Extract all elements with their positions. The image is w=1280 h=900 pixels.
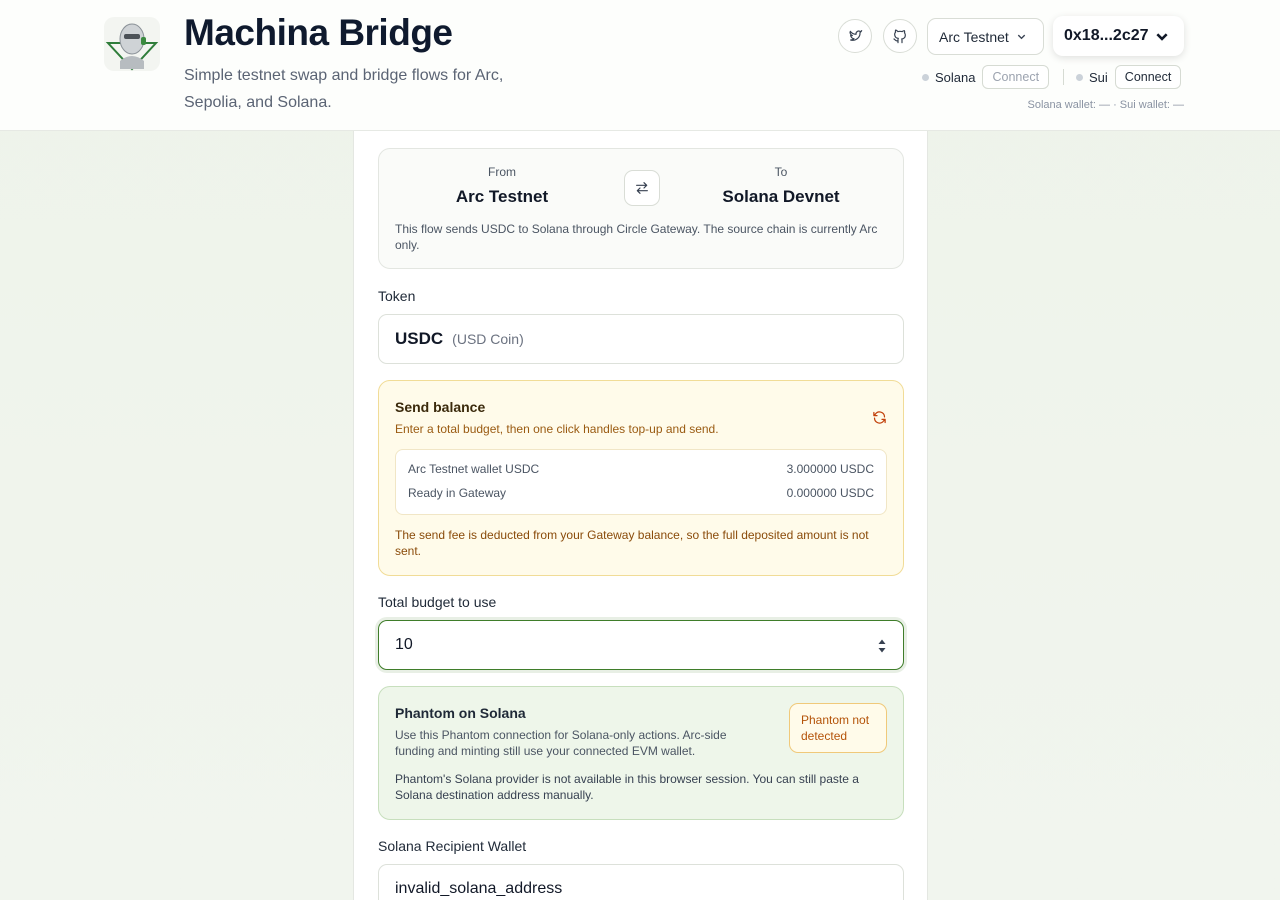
recipient-label: Solana Recipient Wallet [378, 838, 527, 854]
sui-connect-button[interactable]: Connect [1114, 65, 1182, 89]
from-label: From [488, 165, 516, 179]
from-chain: Arc Testnet [455, 187, 549, 206]
phantom-note: Phantom's Solana provider is not availab… [395, 772, 859, 802]
chevron-down-icon [1017, 34, 1025, 40]
send-balance-panel: Send balance Enter a total budget, then … [378, 380, 904, 576]
send-fee-note: The send fee is deducted from your Gatew… [395, 528, 869, 558]
solana-status-dot [922, 73, 929, 81]
sui-label: Sui [1089, 69, 1108, 85]
balance-row-value: 0.000000 USDC [786, 486, 874, 500]
balance-row-label: Ready in Gateway [408, 486, 507, 500]
robot-logo [104, 17, 160, 71]
chevron-down-icon [1155, 33, 1168, 41]
network-select[interactable]: Arc Testnet [927, 18, 1044, 55]
github-icon [893, 29, 906, 44]
swap-direction-button[interactable] [624, 170, 660, 206]
phantom-status-badge: Phantom not detected [789, 703, 887, 753]
app-title: Machina Bridge [184, 12, 453, 53]
balance-row-value: 3.000000 USDC [786, 462, 874, 476]
route-panel: From Arc Testnet To Solana Devnet This f… [378, 148, 904, 269]
twitter-icon [849, 30, 863, 41]
route-note: This flow sends USDC to Solana through C… [395, 222, 878, 252]
solana-wallet-row: Solana Connect [922, 65, 1050, 89]
budget-input[interactable]: 10 [378, 620, 904, 670]
recipient-input-value: invalid_solana_address [395, 880, 563, 897]
number-stepper-icon[interactable] [877, 636, 887, 656]
refresh-button[interactable] [872, 410, 887, 430]
solana-connect-button[interactable]: Connect [982, 65, 1050, 89]
token-select[interactable]: USDC (USD Coin) [378, 314, 904, 364]
solana-label: Solana [935, 69, 976, 85]
token-name: (USD Coin) [452, 331, 524, 347]
account-button[interactable]: 0x18...2c27 [1053, 16, 1184, 56]
sui-status-dot [1076, 73, 1083, 81]
budget-input-value: 10 [395, 636, 413, 653]
phantom-title: Phantom on Solana [395, 705, 526, 721]
token-symbol: USDC [395, 329, 444, 348]
balance-row: Arc Testnet wallet USDC 3.000000 USDC [408, 462, 874, 478]
recipient-input[interactable]: invalid_solana_address [378, 864, 904, 900]
refresh-icon [873, 411, 886, 424]
wallet-status: Solana wallet: — · Sui wallet: — [1027, 99, 1184, 111]
phantom-description: Use this Phantom connection for Solana-o… [395, 728, 727, 758]
bridge-card: From Arc Testnet To Solana Devnet This f… [353, 131, 928, 900]
divider [1063, 69, 1064, 85]
sui-wallet-row: Sui Connect [1076, 65, 1182, 89]
balance-table: Arc Testnet wallet USDC 3.000000 USDC Re… [395, 449, 887, 515]
phantom-panel: Phantom on Solana Use this Phantom conne… [378, 686, 904, 820]
to-label: To [774, 165, 788, 179]
token-label: Token [378, 288, 416, 304]
github-button[interactable] [883, 19, 917, 53]
budget-label: Total budget to use [378, 594, 497, 610]
account-address: 0x18...2c27 [1064, 27, 1149, 44]
balance-row-label: Arc Testnet wallet USDC [408, 462, 540, 476]
to-chain: Solana Devnet [722, 187, 840, 206]
twitter-button[interactable] [838, 19, 872, 53]
balance-row: Ready in Gateway 0.000000 USDC [408, 486, 874, 502]
send-balance-description: Enter a total budget, then one click han… [395, 422, 719, 436]
app-subtitle: Simple testnet swap and bridge flows for… [184, 67, 504, 111]
app-header: Machina Bridge Simple testnet swap and b… [0, 0, 1280, 131]
network-select-value: Arc Testnet [939, 28, 1009, 45]
send-balance-title: Send balance [395, 399, 486, 415]
swap-icon [636, 182, 648, 194]
